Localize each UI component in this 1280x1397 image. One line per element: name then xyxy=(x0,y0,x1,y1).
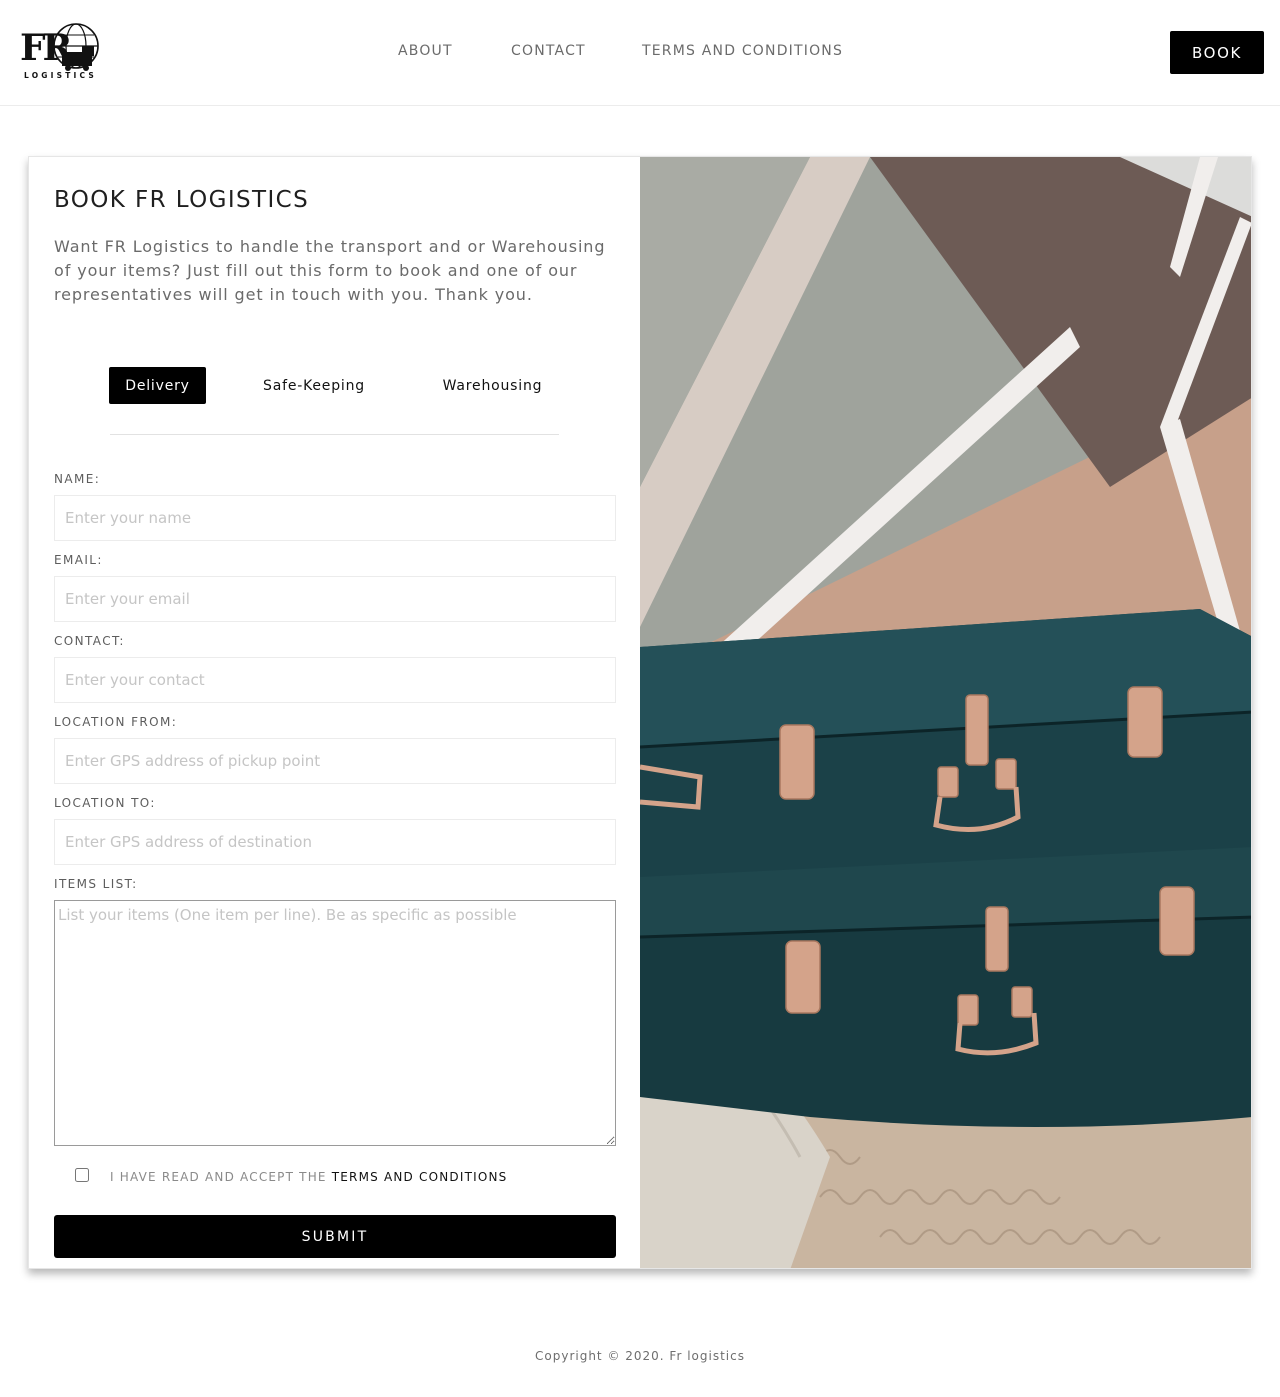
terms-link[interactable]: TERMS AND CONDITIONS xyxy=(332,1170,508,1184)
email-input[interactable] xyxy=(54,576,616,622)
nav-terms-link[interactable]: TERMS AND CONDITIONS xyxy=(642,43,843,59)
terms-text: I HAVE READ AND ACCEPT THE TERMS AND CON… xyxy=(110,1170,507,1184)
booking-form: BOOK FR LOGISTICS Want FR Logistics to h… xyxy=(29,157,640,1268)
main-nav: ABOUT CONTACT TERMS AND CONDITIONS xyxy=(0,43,1280,63)
email-label: EMAIL: xyxy=(54,553,103,567)
service-tabs: Delivery Safe-Keeping Warehousing xyxy=(109,367,559,405)
form-intro: Want FR Logistics to handle the transpor… xyxy=(54,237,606,304)
form-title: BOOK FR LOGISTICS xyxy=(54,187,310,213)
contact-input[interactable] xyxy=(54,657,616,703)
contact-label: CONTACT: xyxy=(54,634,125,648)
location-to-label: LOCATION TO: xyxy=(54,796,156,810)
terms-checkbox[interactable] xyxy=(75,1168,89,1182)
terms-row: I HAVE READ AND ACCEPT THE TERMS AND CON… xyxy=(75,1167,595,1187)
book-button[interactable]: BOOK xyxy=(1170,31,1264,74)
name-label: NAME: xyxy=(54,472,101,486)
name-input[interactable] xyxy=(54,495,616,541)
location-to-input[interactable] xyxy=(54,819,616,865)
location-from-input[interactable] xyxy=(54,738,616,784)
tab-safe-keeping[interactable]: Safe-Keeping xyxy=(239,367,389,404)
site-header: FR LOGISTICS ABOUT CONTACT TERMS AND CON… xyxy=(0,0,1280,106)
terms-prefix: I HAVE READ AND ACCEPT THE xyxy=(110,1170,327,1184)
footer-copyright: Copyright © 2020. Fr logistics xyxy=(535,1349,745,1363)
submit-button[interactable]: SUBMIT xyxy=(54,1215,616,1258)
tab-warehousing[interactable]: Warehousing xyxy=(414,367,571,404)
nav-contact-link[interactable]: CONTACT xyxy=(511,43,586,59)
items-list-label: ITEMS LIST: xyxy=(54,877,138,891)
booking-card: BOOK FR LOGISTICS Want FR Logistics to h… xyxy=(28,156,1252,1269)
items-list-textarea[interactable] xyxy=(54,900,616,1146)
tab-delivery[interactable]: Delivery xyxy=(109,367,206,404)
nav-about-link[interactable]: ABOUT xyxy=(398,43,453,59)
location-from-label: LOCATION FROM: xyxy=(54,715,178,729)
trunks-photo xyxy=(640,157,1251,1268)
brand-subtext: LOGISTICS xyxy=(24,71,97,80)
tabs-divider xyxy=(110,434,559,435)
